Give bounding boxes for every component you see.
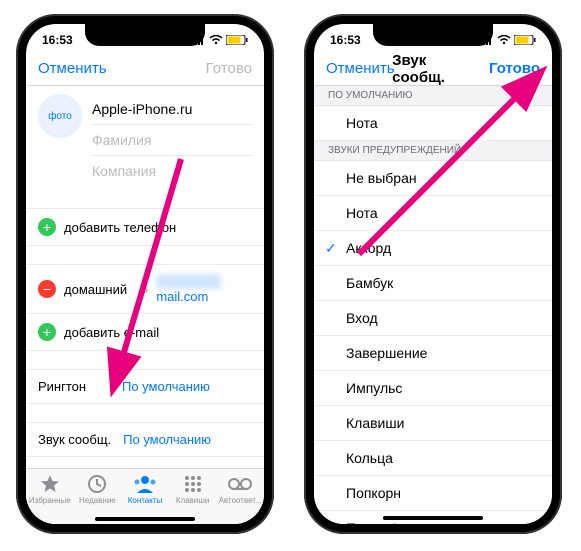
minus-icon: −	[38, 280, 56, 298]
sound-row[interactable]: Попкорн	[314, 476, 552, 511]
last-name-field[interactable]: Фамилия	[92, 125, 252, 156]
cancel-button[interactable]: Отменить	[38, 60, 107, 77]
tab-keypad[interactable]: Клавиши	[169, 473, 217, 505]
notch	[373, 24, 493, 46]
tab-voicemail[interactable]: Автоответ...	[216, 473, 264, 505]
wifi-icon	[497, 35, 511, 45]
nav-bar: Отменить Готово	[26, 52, 264, 86]
contact-edit-content: фото Apple-iPhone.ru Фамилия Компания + …	[26, 86, 264, 524]
tab-label: Недавние	[79, 496, 116, 505]
section-default-header: ПО УМОЛЧАНИЮ	[314, 86, 552, 106]
nav-bar: Отменить Звук сообщ. Готово	[314, 52, 552, 86]
nav-title: Звук сообщ.	[392, 52, 480, 86]
phone-right: 16:53 Отменить Звук сообщ. Готово ПО УМО…	[304, 14, 562, 534]
star-icon	[39, 473, 61, 495]
status-time: 16:53	[42, 33, 73, 47]
tab-label: Клавиши	[176, 496, 209, 505]
ringtone-value: По умолчанию	[122, 379, 210, 394]
plus-icon: +	[38, 218, 56, 236]
tab-bar: Избранные Недавние Контакты	[26, 468, 264, 524]
add-phone-row[interactable]: + добавить телефон	[26, 208, 264, 246]
wifi-icon	[209, 35, 223, 45]
ringtone-row[interactable]: Рингтон По умолчанию	[26, 369, 264, 404]
first-name-field[interactable]: Apple-iPhone.ru	[92, 94, 252, 125]
sound-row[interactable]: Клавиши	[314, 406, 552, 441]
ringtone-label: Рингтон	[38, 379, 110, 394]
status-time: 16:53	[330, 33, 361, 47]
sound-row[interactable]: Не выбран	[314, 161, 552, 196]
tab-favorites[interactable]: Избранные	[26, 473, 74, 505]
sound-row[interactable]: Кольца	[314, 441, 552, 476]
text-tone-row[interactable]: Звук сообщ. По умолчанию	[26, 422, 264, 457]
add-phone-label: добавить телефон	[64, 220, 176, 235]
phone-left: 16:53 Отменить Готово фото Apple-iPhone.…	[16, 14, 274, 534]
contacts-icon	[133, 473, 157, 495]
email-row[interactable]: − домашний › xxxxxxxxxxmail.com	[26, 264, 264, 313]
tab-recents[interactable]: Недавние	[74, 473, 122, 505]
sound-row[interactable]: Вход	[314, 301, 552, 336]
sound-row-default[interactable]: Нота	[314, 106, 552, 141]
tab-label: Избранные	[29, 496, 71, 505]
sound-row[interactable]: Импульс	[314, 371, 552, 406]
add-email-label: добавить e-mail	[64, 325, 159, 340]
sound-row[interactable]: Завершение	[314, 336, 552, 371]
sound-list-content: ПО УМОЛЧАНИЮ Нота ЗВУКИ ПРЕДУПРЕЖДЕНИЙ Н…	[314, 86, 552, 524]
tab-label: Автоответ...	[219, 496, 262, 505]
add-email-row[interactable]: + добавить e-mail	[26, 313, 264, 351]
section-alerts-header: ЗВУКИ ПРЕДУПРЕЖДЕНИЙ	[314, 141, 552, 161]
battery-icon	[514, 35, 536, 45]
text-tone-label: Звук сообщ.	[38, 432, 111, 447]
tab-label: Контакты	[128, 496, 163, 505]
sound-row[interactable]: Нота	[314, 196, 552, 231]
home-indicator	[95, 517, 195, 521]
email-label: домашний	[64, 282, 136, 297]
done-button[interactable]: Готово	[480, 60, 540, 77]
notch	[85, 24, 205, 46]
cancel-button[interactable]: Отменить	[326, 60, 392, 77]
home-indicator	[383, 516, 483, 520]
keypad-icon	[182, 473, 204, 495]
done-button[interactable]: Готово	[192, 60, 252, 77]
battery-icon	[226, 35, 248, 45]
sound-row[interactable]: Аккорд	[314, 231, 552, 266]
email-value: xxxxxxxxxxmail.com	[156, 274, 252, 304]
sound-row[interactable]: Бамбук	[314, 266, 552, 301]
tab-contacts[interactable]: Контакты	[121, 473, 169, 505]
voicemail-icon	[227, 473, 253, 495]
plus-icon: +	[38, 323, 56, 341]
company-field[interactable]: Компания	[92, 156, 252, 186]
text-tone-value: По умолчанию	[123, 432, 211, 447]
add-photo-button[interactable]: фото	[38, 94, 82, 138]
clock-icon	[86, 473, 108, 495]
